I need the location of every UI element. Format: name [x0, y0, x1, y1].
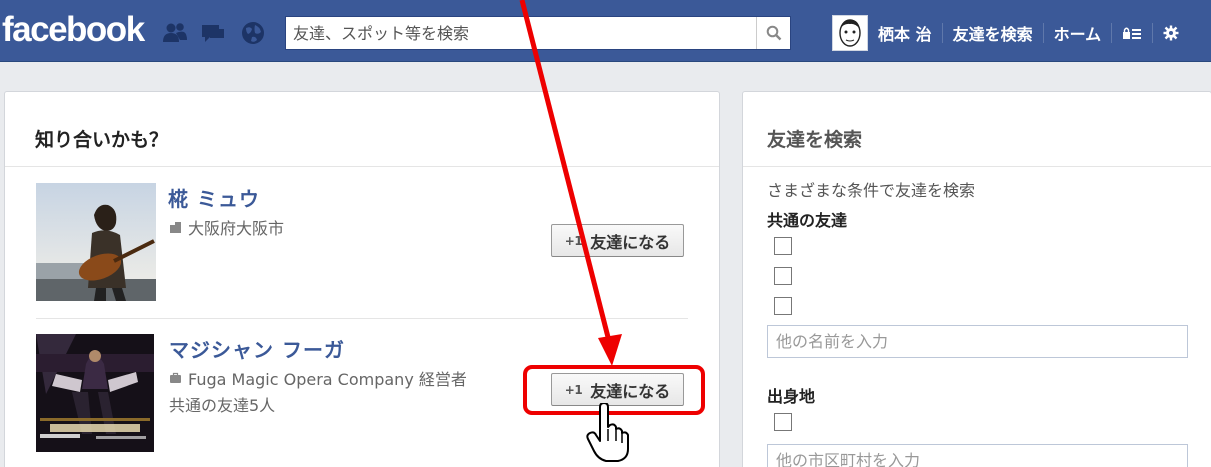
find-friends-title: 友達を検索	[767, 129, 863, 151]
person-name-link[interactable]: 椛 ミュウ	[168, 183, 260, 212]
settings-gear-icon[interactable]	[1153, 25, 1189, 41]
mutual-friends[interactable]: 共通の友達5人	[169, 392, 275, 416]
hand-pointer-cursor-icon	[586, 403, 629, 462]
search-button[interactable]	[756, 17, 790, 49]
search-icon	[766, 25, 781, 41]
divider	[5, 166, 719, 167]
person-work: Fuga Magic Opera Company 経営者	[169, 366, 467, 390]
facebook-logo[interactable]: facebook	[2, 8, 145, 52]
work-briefcase-icon	[170, 372, 181, 383]
person-name-link[interactable]: マジシャン フーガ	[169, 334, 345, 363]
friend-requests-icon[interactable]	[162, 20, 188, 46]
mutual-friend-checkbox[interactable]	[774, 267, 792, 285]
profile-avatar[interactable]	[832, 15, 868, 51]
mutual-friend-checkbox[interactable]	[774, 237, 792, 255]
hometown-checkbox[interactable]	[774, 413, 792, 431]
messages-icon[interactable]	[200, 20, 226, 46]
add-friend-button[interactable]: +1 友達になる	[551, 224, 684, 257]
person-location: 大阪府大阪市	[169, 215, 284, 239]
privacy-shortcut-icon[interactable]	[1112, 26, 1152, 40]
find-friends-panel: 友達を検索 さまざまな条件で友達を検索 共通の友達 出身地	[742, 91, 1211, 467]
person-photo[interactable]	[36, 183, 156, 301]
other-name-input[interactable]	[767, 325, 1188, 358]
home-link[interactable]: ホーム	[1044, 21, 1112, 45]
mutual-friends-heading: 共通の友達	[767, 211, 848, 230]
profile-name-link[interactable]: 栖本 治	[868, 21, 942, 45]
person-photo[interactable]	[36, 334, 154, 452]
panel-title: 知り合いかも？	[35, 129, 169, 151]
search-bar	[285, 16, 791, 50]
find-friends-subtitle: さまざまな条件で友達を検索	[767, 181, 976, 200]
person-location-text: 大阪府大阪市	[188, 219, 285, 238]
add-friend-plus-icon: +1	[564, 233, 583, 248]
notifications-globe-icon[interactable]	[240, 20, 266, 46]
nav-right: 栖本 治 友達を検索 ホーム	[832, 15, 1189, 51]
divider	[743, 166, 1211, 167]
mutual-friends-text[interactable]: 共通の友達5人	[169, 392, 275, 416]
location-building-icon	[170, 222, 181, 233]
person-work-text: Fuga Magic Opera Company 経営者	[188, 370, 467, 389]
hometown-heading: 出身地	[767, 387, 816, 406]
divider	[36, 318, 688, 319]
find-friends-link[interactable]: 友達を検索	[943, 21, 1043, 45]
add-friend-label: 友達になる	[590, 232, 671, 252]
city-input[interactable]	[767, 444, 1188, 467]
top-navigation-bar: facebook 栖本 治 友達を検索 ホーム	[0, 0, 1211, 62]
search-input[interactable]	[286, 17, 756, 49]
mutual-friend-checkbox[interactable]	[774, 297, 792, 315]
